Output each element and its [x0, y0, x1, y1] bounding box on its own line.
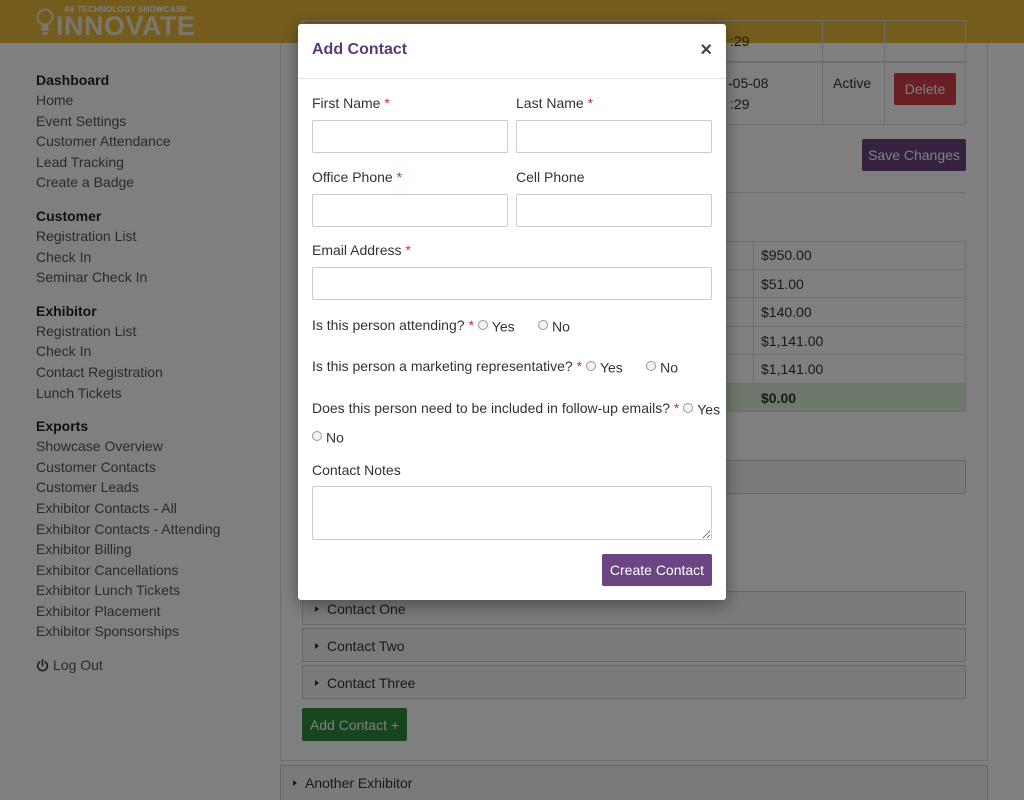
- marketing-no-label[interactable]: No: [660, 359, 678, 375]
- cell-phone-label-text: Cell Phone: [516, 169, 585, 185]
- cell-phone-input[interactable]: [516, 194, 712, 227]
- modal-title: Add Contact: [312, 41, 408, 58]
- contact-notes-textarea[interactable]: [312, 486, 712, 540]
- first-name-input[interactable]: [312, 120, 508, 153]
- followup-yes-radio[interactable]: [683, 403, 694, 414]
- attending-question: Is this person attending? * Yes No: [312, 317, 570, 334]
- office-phone-input[interactable]: [312, 194, 508, 227]
- email-input[interactable]: [312, 267, 712, 300]
- attending-yes-radio[interactable]: [477, 320, 488, 331]
- followup-no-option: No: [312, 428, 344, 445]
- close-icon[interactable]: ×: [700, 38, 712, 62]
- first-name-label: First Name *: [312, 95, 390, 111]
- attending-question-text: Is this person attending?: [312, 317, 465, 333]
- create-contact-button[interactable]: Create Contact: [602, 554, 712, 586]
- cell-phone-label: Cell Phone: [516, 169, 585, 185]
- marketing-yes-label[interactable]: Yes: [600, 359, 623, 375]
- required-asterisk: *: [396, 169, 403, 185]
- followup-no-label[interactable]: No: [326, 429, 344, 445]
- attending-no-label[interactable]: No: [552, 318, 570, 334]
- marketing-no-radio[interactable]: [646, 361, 657, 372]
- followup-question: Does this person need to be included in …: [312, 400, 720, 417]
- marketing-question: Is this person a marketing representativ…: [312, 358, 678, 375]
- first-name-label-text: First Name: [312, 95, 381, 111]
- followup-yes-label[interactable]: Yes: [697, 401, 720, 417]
- contact-notes-label: Contact Notes: [312, 462, 401, 478]
- attending-no-radio[interactable]: [537, 320, 548, 331]
- followup-no-radio[interactable]: [312, 431, 322, 442]
- email-label: Email Address *: [312, 242, 411, 258]
- add-contact-modal: Add Contact × First Name * Last Name * O…: [298, 24, 726, 600]
- contact-notes-label-text: Contact Notes: [312, 462, 401, 478]
- marketing-question-text: Is this person a marketing representativ…: [312, 358, 573, 374]
- office-phone-label: Office Phone *: [312, 169, 402, 185]
- followup-question-text: Does this person need to be included in …: [312, 400, 670, 416]
- modal-header: Add Contact ×: [298, 24, 726, 79]
- marketing-yes-radio[interactable]: [585, 361, 596, 372]
- required-asterisk: *: [587, 95, 594, 111]
- last-name-input[interactable]: [516, 120, 712, 153]
- email-label-text: Email Address: [312, 242, 402, 258]
- last-name-label: Last Name *: [516, 95, 593, 111]
- attending-yes-label[interactable]: Yes: [492, 318, 515, 334]
- required-asterisk: *: [405, 242, 411, 258]
- last-name-label-text: Last Name: [516, 95, 584, 111]
- required-asterisk: *: [468, 317, 474, 333]
- office-phone-label-text: Office Phone: [312, 169, 393, 185]
- required-asterisk: *: [673, 400, 680, 416]
- required-asterisk: *: [576, 358, 583, 374]
- required-asterisk: *: [384, 95, 390, 111]
